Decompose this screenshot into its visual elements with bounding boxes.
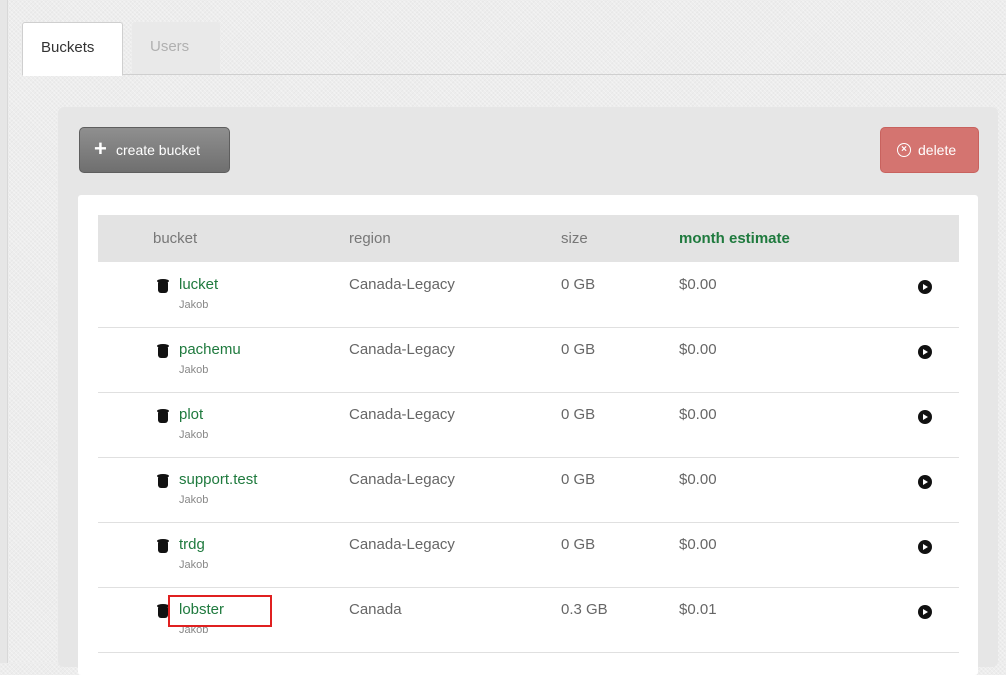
- bucket-icon: [157, 344, 169, 358]
- close-circle-icon: ×: [897, 143, 911, 157]
- bucket-estimate: $0.00: [679, 406, 717, 423]
- bucket-size: 0 GB: [561, 276, 596, 293]
- bucket-name-link[interactable]: pachemu: [179, 341, 241, 358]
- bucket-size: 0 GB: [561, 406, 596, 423]
- bucket-size: 0 GB: [561, 536, 596, 553]
- tab-buckets[interactable]: Buckets: [22, 22, 123, 76]
- table-row: support.test Jakob Canada-Legacy 0 GB $0…: [98, 457, 959, 523]
- bucket-estimate: $0.00: [679, 276, 717, 293]
- column-header-bucket: bucket: [153, 230, 198, 247]
- bucket-estimate: $0.00: [679, 341, 717, 358]
- table-header: bucket region size month estimate: [98, 215, 959, 262]
- column-header-region: region: [349, 230, 391, 247]
- bucket-region: Canada: [349, 601, 402, 618]
- bucket-region: Canada-Legacy: [349, 406, 455, 423]
- bucket-name-link[interactable]: lucket: [179, 276, 218, 293]
- table-row: lucket Jakob Canada-Legacy 0 GB $0.00: [98, 262, 959, 328]
- bucket-name-link[interactable]: plot: [179, 406, 203, 423]
- arrow-right-circle-icon[interactable]: [918, 605, 932, 619]
- bucket-size: 0 GB: [561, 341, 596, 358]
- bucket-estimate: $0.00: [679, 536, 717, 553]
- bucket-owner: Jakob: [179, 299, 209, 311]
- bucket-estimate: $0.01: [679, 601, 717, 618]
- bucket-owner: Jakob: [179, 429, 209, 441]
- create-bucket-button[interactable]: + create bucket: [79, 127, 230, 173]
- column-header-size: size: [561, 230, 588, 247]
- bucket-size: 0.3 GB: [561, 601, 608, 618]
- create-bucket-label: create bucket: [116, 142, 201, 158]
- bucket-owner: Jakob: [179, 559, 209, 571]
- table-row: trdg Jakob Canada-Legacy 0 GB $0.00: [98, 522, 959, 588]
- bucket-icon: [157, 539, 169, 553]
- bucket-region: Canada-Legacy: [349, 471, 455, 488]
- bucket-size: 0 GB: [561, 471, 596, 488]
- tab-users[interactable]: Users: [132, 22, 220, 74]
- bucket-icon: [157, 279, 169, 293]
- arrow-right-circle-icon[interactable]: [918, 540, 932, 554]
- delete-label: delete: [918, 142, 957, 158]
- tab-bar: Buckets Users: [22, 22, 1006, 76]
- bucket-region: Canada-Legacy: [349, 536, 455, 553]
- bucket-name-link[interactable]: support.test: [179, 471, 257, 488]
- bucket-icon: [157, 474, 169, 488]
- buckets-panel: + create bucket × delete bucket region s…: [58, 107, 998, 675]
- arrow-right-circle-icon[interactable]: [918, 345, 932, 359]
- table-row: plot Jakob Canada-Legacy 0 GB $0.00: [98, 392, 959, 458]
- bucket-estimate: $0.00: [679, 471, 717, 488]
- bucket-owner: Jakob: [179, 364, 209, 376]
- plus-icon: +: [94, 136, 107, 161]
- tab-divider: [22, 74, 1006, 75]
- highlight-box: [168, 595, 272, 627]
- arrow-right-circle-icon[interactable]: [918, 410, 932, 424]
- delete-button[interactable]: × delete: [880, 127, 979, 173]
- bucket-icon: [157, 409, 169, 423]
- arrow-right-circle-icon[interactable]: [918, 475, 932, 489]
- table-row: pachemu Jakob Canada-Legacy 0 GB $0.00: [98, 327, 959, 393]
- bucket-name-link[interactable]: trdg: [179, 536, 205, 553]
- arrow-right-circle-icon[interactable]: [918, 280, 932, 294]
- left-edge-strip: [0, 0, 8, 663]
- bucket-region: Canada-Legacy: [349, 341, 455, 358]
- bucket-owner: Jakob: [179, 494, 209, 506]
- bucket-region: Canada-Legacy: [349, 276, 455, 293]
- column-header-month-estimate[interactable]: month estimate: [679, 215, 790, 262]
- bucket-icon: [157, 604, 169, 618]
